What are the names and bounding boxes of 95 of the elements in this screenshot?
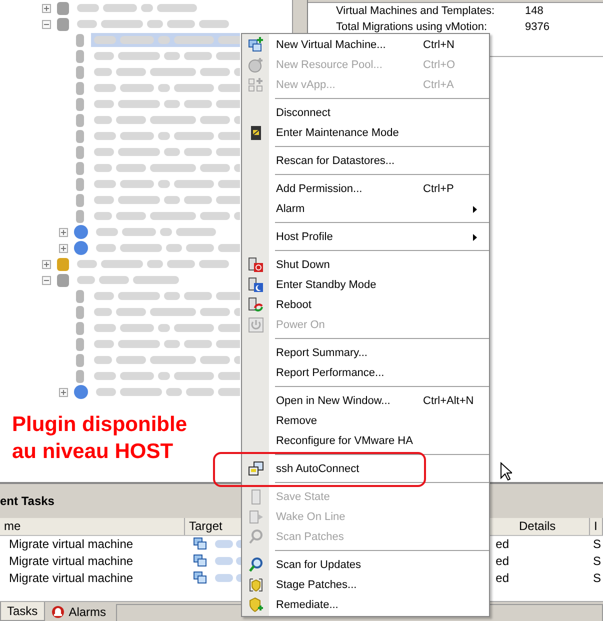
vapp-icon — [248, 77, 264, 93]
server-icon — [76, 50, 84, 62]
cluster-icon — [57, 274, 69, 286]
server-icon — [76, 194, 84, 206]
server-icon — [76, 34, 84, 46]
menu-item[interactable]: Add Permission... Ctrl+P — [242, 179, 489, 199]
server-icon — [76, 290, 84, 302]
panel-tab[interactable]: Tasks — [0, 602, 45, 621]
shield-icon — [248, 577, 264, 593]
column-header[interactable]: I — [590, 518, 603, 535]
expand-toggle[interactable] — [59, 228, 68, 236]
power-off-icon — [248, 257, 264, 273]
magnifier-icon — [248, 557, 264, 573]
table-cell: ed — [496, 537, 509, 552]
server-icon — [76, 66, 84, 78]
panel-tab[interactable]: Alarms — [44, 602, 112, 621]
shortcut-label: Ctrl+A — [423, 79, 455, 91]
menu-item[interactable]: Shut Down — [242, 255, 489, 275]
server-icon — [76, 98, 84, 110]
alarm-bell-icon — [50, 604, 65, 619]
column-header[interactable]: me — [0, 518, 185, 535]
menu-item[interactable]: Remove — [242, 411, 489, 431]
menu-item[interactable]: Remediate... — [242, 595, 489, 615]
terminal-icon — [248, 461, 264, 477]
device-arrow-icon — [248, 509, 264, 525]
cluster-icon — [57, 2, 69, 14]
menu-item[interactable]: Scan for Updates — [242, 555, 489, 575]
shortcut-label: Ctrl+N — [423, 39, 456, 51]
menu-item[interactable]: Report Summary... — [242, 343, 489, 363]
vm-icon — [193, 537, 207, 552]
table-cell: ed — [496, 554, 509, 568]
cluster-icon — [57, 18, 69, 30]
expand-toggle[interactable] — [42, 260, 51, 268]
server-icon — [76, 82, 84, 94]
pool-icon — [74, 225, 88, 239]
stat-label: Virtual Machines and Templates: — [336, 5, 496, 18]
server-icon — [76, 114, 84, 126]
vm-icon — [193, 554, 207, 568]
column-header[interactable]: Details — [515, 518, 590, 535]
menu-item[interactable]: Rescan for Datastores... — [242, 151, 489, 171]
menu-item[interactable]: Reboot — [242, 295, 489, 315]
new-vm-icon — [248, 37, 264, 53]
restart-icon — [248, 297, 264, 313]
server-icon — [76, 306, 84, 318]
server-icon — [76, 178, 84, 190]
expand-toggle[interactable] — [42, 4, 51, 12]
expand-toggle[interactable] — [59, 388, 68, 396]
menu-item[interactable]: ssh AutoConnect — [242, 459, 489, 479]
server-icon — [76, 354, 84, 366]
server-icon — [76, 338, 84, 350]
table-cell-text: S — [592, 571, 602, 586]
menu-item[interactable]: Open in New Window... Ctrl+Alt+N — [242, 391, 489, 411]
pool-icon — [74, 241, 88, 255]
menu-item[interactable]: Host Profile — [242, 227, 489, 247]
power-icon — [248, 317, 264, 333]
menu-item[interactable]: Alarm — [242, 199, 489, 219]
pool-plus-icon — [248, 57, 264, 73]
expand-toggle[interactable] — [59, 244, 68, 252]
server-icon — [76, 322, 84, 334]
collapse-toggle[interactable] — [42, 276, 51, 284]
pool-icon — [74, 385, 88, 399]
table-cell: ed — [496, 571, 509, 586]
vm-icon — [193, 571, 207, 586]
blurred-label-drawing[interactable] — [91, 33, 240, 47]
table-cell-text: Migrate virtual machine — [8, 554, 134, 568]
shortcut-label: Ctrl+P — [423, 183, 455, 195]
menu-item[interactable]: Disconnect — [242, 103, 489, 123]
stat-label: Total Migrations using vMotion: — [336, 21, 488, 34]
annotation-text: Plugin disponible — [12, 412, 187, 438]
magnifier-icon — [248, 529, 264, 545]
menu-item[interactable]: Reconfigure for VMware HA — [242, 431, 489, 451]
table-cell-text: S — [592, 554, 602, 568]
shortcut-label: Ctrl+O — [423, 59, 456, 71]
server-icon — [76, 162, 84, 174]
table-cell-text: Migrate virtual machine — [8, 537, 134, 552]
menu-item[interactable]: Report Performance... — [242, 363, 489, 383]
stat-value: 9376 — [525, 21, 550, 34]
stat-value: 148 — [525, 5, 544, 18]
cluster-warning-icon — [57, 258, 69, 270]
shield-icon — [248, 597, 264, 613]
table-cell-text: Migrate virtual machine — [8, 571, 134, 586]
server-icon — [76, 210, 84, 222]
server-icon — [76, 370, 84, 382]
server-icon — [76, 130, 84, 142]
table-cell-text: S — [592, 537, 602, 552]
collapse-toggle[interactable] — [42, 20, 51, 28]
menu-item[interactable]: Enter Standby Mode — [242, 275, 489, 295]
menu-item[interactable]: Stage Patches... — [242, 575, 489, 595]
shortcut-label: Ctrl+Alt+N — [423, 395, 475, 407]
moon-icon — [248, 277, 264, 293]
panel-title: ent Tasks — [0, 494, 54, 508]
menu-item[interactable]: Enter Maintenance Mode — [242, 123, 489, 143]
annotation-text: au niveau HOST — [12, 439, 174, 465]
server-icon — [76, 146, 84, 158]
menu-item[interactable]: New Virtual Machine... Ctrl+N — [242, 35, 489, 55]
